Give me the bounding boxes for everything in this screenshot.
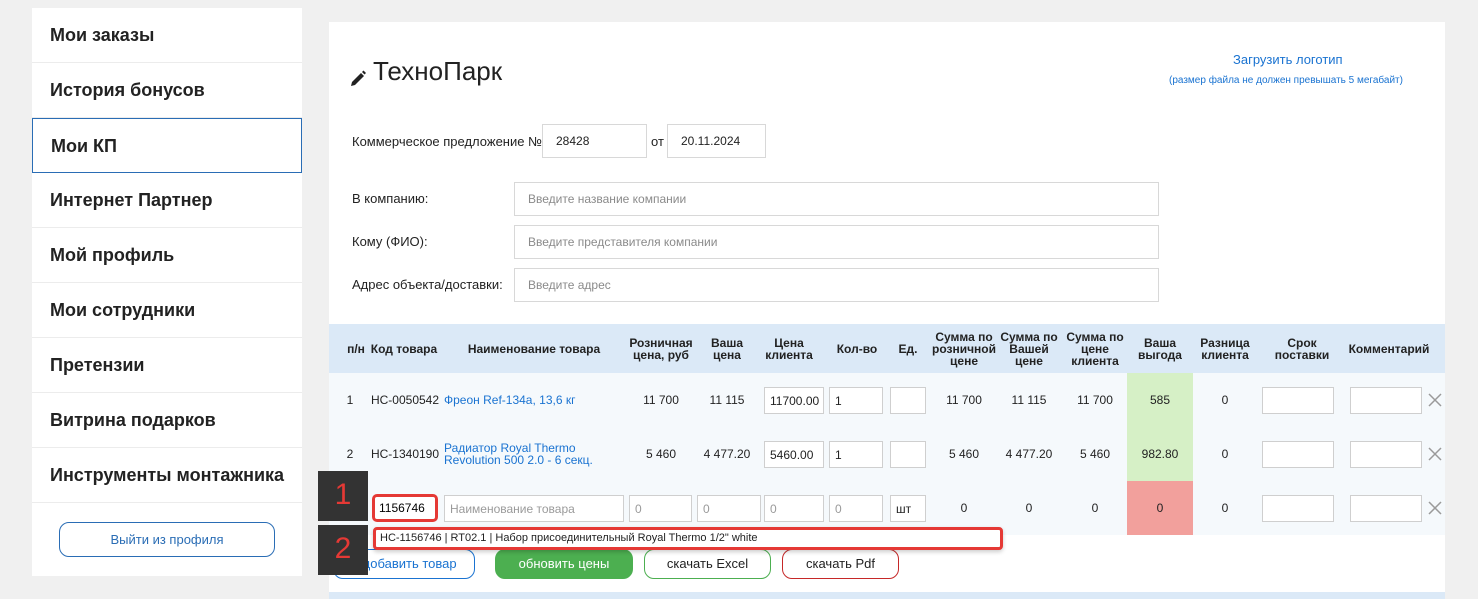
offer-number-label: Коммерческое предложение № (352, 134, 543, 149)
sidebar: Мои заказы История бонусов Мои КП Интерн… (32, 8, 302, 576)
upload-logo-note: (размер файла не должен превышать 5 мега… (1169, 75, 1403, 86)
main-panel: ТехноПарк Загрузить логотип (размер файл… (329, 22, 1445, 599)
row-sum-yours: 0 (1025, 501, 1033, 515)
row-product-link[interactable]: Фреон Ref-134a, 13,6 кг (444, 373, 624, 427)
th-name: Наименование товара (467, 342, 601, 356)
row-sum-yours: 11 115 (1011, 393, 1047, 407)
new-row-your-price-input[interactable] (697, 495, 761, 522)
row-num: 1 (346, 393, 354, 407)
contact-field[interactable] (514, 225, 1159, 259)
th-comment: Комментарий (1348, 342, 1430, 356)
th-qty: Кол-во (836, 342, 878, 356)
new-row-retail-input[interactable] (629, 495, 692, 522)
sidebar-item-employees[interactable]: Мои сотрудники (32, 283, 302, 338)
company-label: В компанию: (352, 191, 429, 206)
row-sum-client: 0 (1091, 501, 1099, 515)
autocomplete-suggestion[interactable]: НС-1156746 | RT02.1 | Набор присоедините… (373, 527, 1003, 550)
sidebar-item-gift-showcase[interactable]: Витрина подарков (32, 393, 302, 448)
new-row-unit-input[interactable] (890, 495, 926, 522)
row-delivery-input[interactable] (1262, 387, 1334, 414)
th-unit: Ед. (898, 342, 918, 356)
sidebar-item-installer-tools[interactable]: Инструменты монтажника (32, 448, 302, 503)
row-client-diff: 0 (1221, 447, 1229, 461)
page-title: ТехноПарк (349, 56, 502, 87)
table-row: 2 НС-1340190 Радиатор Royal Thermo Revol… (329, 427, 1445, 481)
row-retail-price: 5 460 (645, 447, 677, 461)
annotation-badge-1: 1 (318, 471, 368, 521)
row-client-price-input[interactable] (764, 441, 824, 468)
new-row-delivery-input[interactable] (1262, 495, 1334, 522)
refresh-prices-button[interactable]: обновить цены (495, 549, 633, 579)
pencil-icon[interactable] (349, 63, 367, 86)
address-label: Адрес объекта/доставки: (352, 277, 503, 292)
logout-button[interactable]: Выйти из профиля (59, 522, 275, 557)
table-header: п/н Код товара Наименование товара Розни… (329, 324, 1445, 374)
th-delivery: Срок поставки (1274, 336, 1330, 362)
th-client-price: Цена клиента (765, 336, 813, 362)
row-code: НС-1340190 (370, 447, 440, 461)
row-sum-client: 5 460 (1079, 447, 1111, 461)
table-footer-strip (329, 592, 1445, 599)
row-sum-yours: 4 477.20 (1005, 447, 1053, 461)
offer-date-field[interactable] (667, 124, 766, 158)
row-comment-input[interactable] (1350, 387, 1422, 414)
th-sum-retail: Сумма по розничной цене (932, 330, 997, 368)
upload-logo-link[interactable]: Загрузить логотип (1233, 52, 1343, 67)
row-qty-input[interactable] (829, 387, 883, 414)
table-row: 1 НС-0050542 Фреон Ref-134a, 13,6 кг 11 … (329, 373, 1445, 427)
offer-date-label: от (651, 134, 664, 149)
row-your-price: 11 115 (709, 393, 745, 407)
download-excel-button[interactable]: скачать Excel (644, 549, 771, 579)
th-retail-price: Розничная цена, руб (629, 336, 693, 362)
row-sum-retail: 5 460 (948, 447, 980, 461)
th-sum-yours: Сумма по Вашей цене (1000, 330, 1058, 368)
th-your-price: Ваша цена (710, 336, 743, 362)
row-your-price: 4 477.20 (703, 447, 751, 461)
row-benefit: 982.80 (1127, 427, 1193, 481)
th-sum-client: Сумма по цене клиента (1066, 330, 1124, 368)
address-field[interactable] (514, 268, 1159, 302)
new-row-qty-input[interactable] (829, 495, 883, 522)
row-product-link[interactable]: Радиатор Royal Thermo Revolution 500 2.0… (444, 427, 604, 481)
contact-label: Кому (ФИО): (352, 234, 428, 249)
sidebar-item-internet-partner[interactable]: Интернет Партнер (32, 173, 302, 228)
row-unit-input[interactable] (890, 387, 926, 414)
row-sum-retail: 11 700 (946, 393, 982, 407)
sidebar-item-profile[interactable]: Мой профиль (32, 228, 302, 283)
delete-row-icon[interactable] (1428, 393, 1442, 407)
row-client-diff: 0 (1221, 393, 1229, 407)
row-benefit: 0 (1127, 481, 1193, 535)
annotation-badge-2: 2 (318, 525, 368, 575)
row-client-diff: 0 (1221, 501, 1229, 515)
offer-number-field[interactable] (542, 124, 647, 158)
sidebar-item-claims[interactable]: Претензии (32, 338, 302, 393)
new-row-code-input[interactable] (372, 494, 438, 522)
row-qty-input[interactable] (829, 441, 883, 468)
new-row-client-price-input[interactable] (764, 495, 824, 522)
add-product-label: добавить товар (362, 556, 457, 571)
sidebar-item-my-offers[interactable]: Мои КП (32, 118, 302, 173)
page-title-text: ТехноПарк (373, 56, 503, 86)
sidebar-item-orders[interactable]: Мои заказы (32, 8, 302, 63)
delete-row-icon[interactable] (1428, 501, 1442, 515)
delete-row-icon[interactable] (1428, 447, 1442, 461)
row-unit-input[interactable] (890, 441, 926, 468)
th-num: п/н (347, 342, 365, 356)
th-code: Код товара (370, 342, 438, 356)
row-retail-price: 11 700 (643, 393, 679, 407)
row-code: НС-0050542 (370, 393, 440, 407)
new-row-comment-input[interactable] (1350, 495, 1422, 522)
row-delivery-input[interactable] (1262, 441, 1334, 468)
th-benefit: Ваша выгода (1138, 336, 1182, 362)
row-client-price-input[interactable] (764, 387, 824, 414)
row-benefit: 585 (1127, 373, 1193, 427)
row-comment-input[interactable] (1350, 441, 1422, 468)
new-row-name-input[interactable] (444, 495, 624, 522)
download-pdf-button[interactable]: скачать Pdf (782, 549, 899, 579)
sidebar-item-bonus-history[interactable]: История бонусов (32, 63, 302, 118)
row-sum-client: 11 700 (1077, 393, 1113, 407)
company-field[interactable] (514, 182, 1159, 216)
th-client-diff: Разница клиента (1200, 336, 1250, 362)
